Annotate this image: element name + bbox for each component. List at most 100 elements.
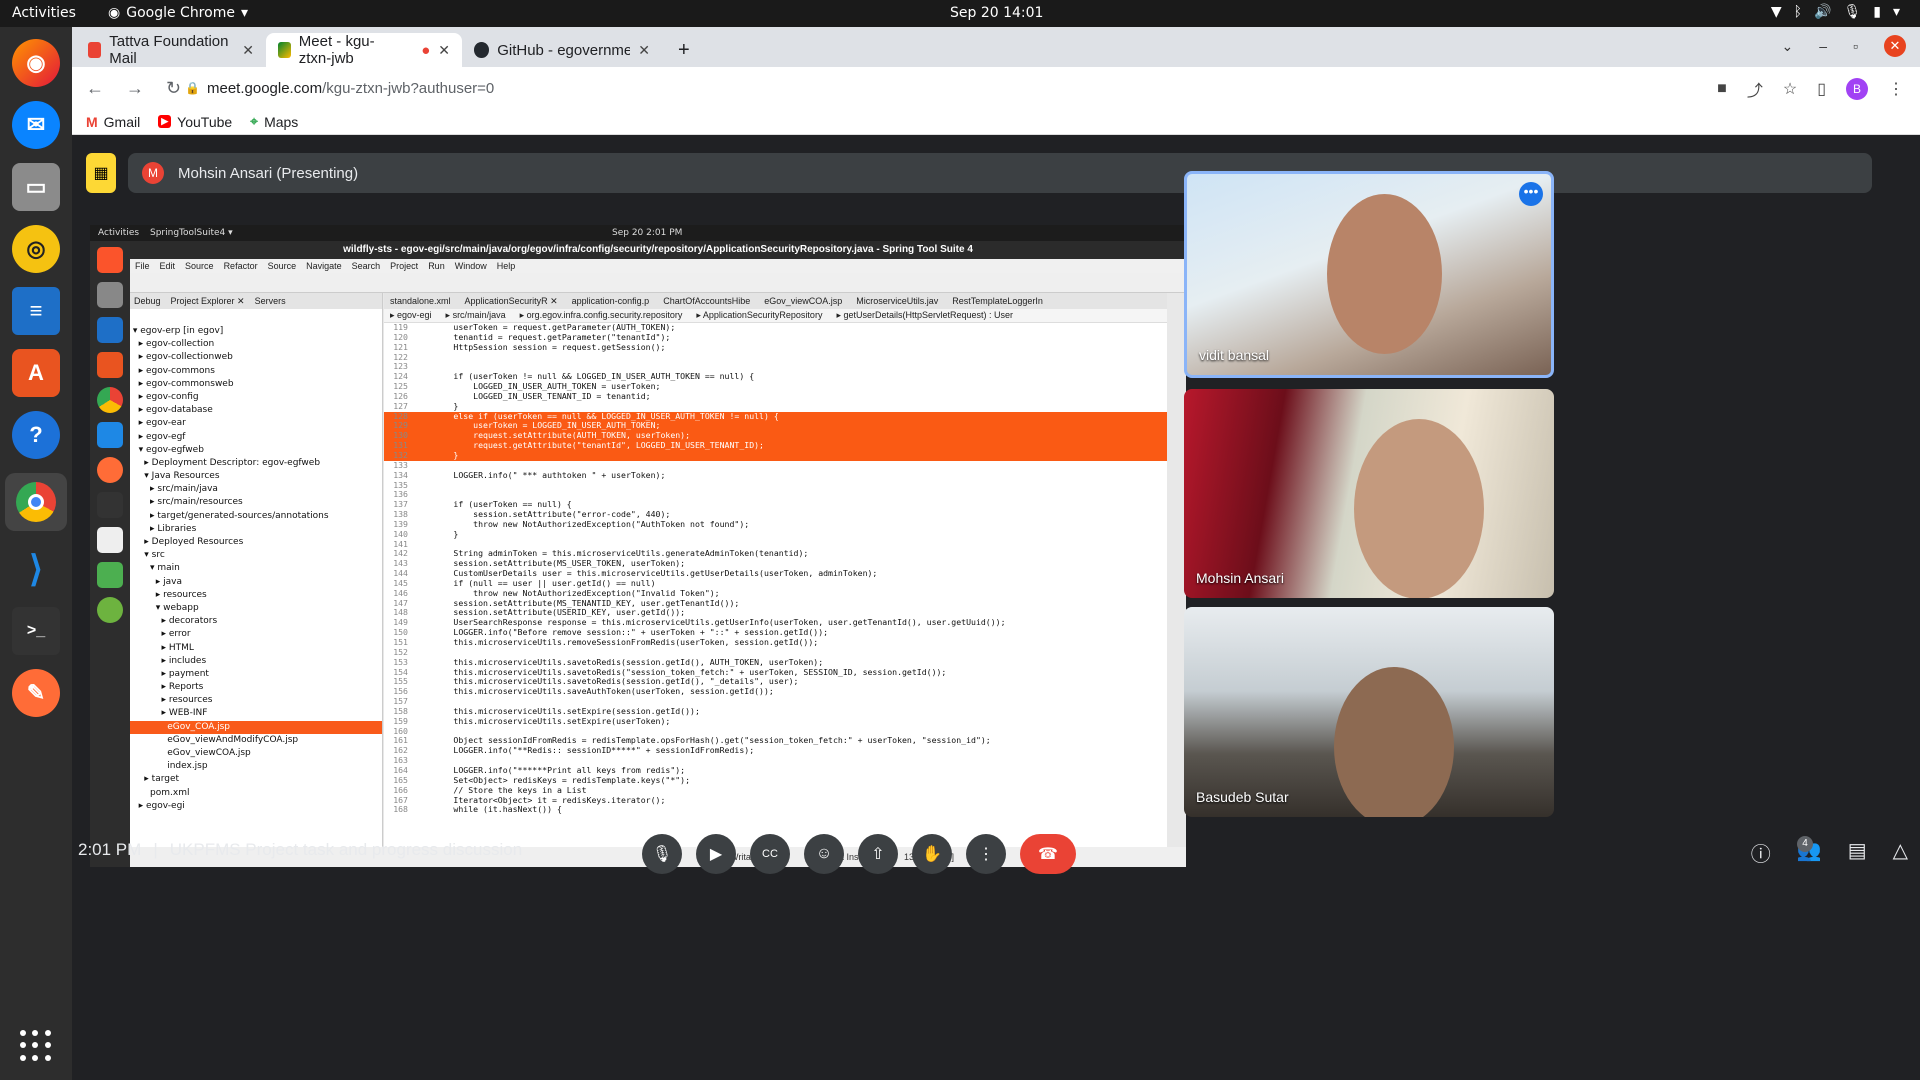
editor-tab: standalone.xml [390, 296, 451, 306]
chrome-dock-icon[interactable] [5, 473, 67, 531]
close-tab-icon[interactable]: ✕ [438, 42, 450, 59]
raise-hand-button[interactable]: ✋ [912, 834, 952, 874]
show-apps-icon[interactable] [20, 1030, 52, 1062]
bookmark-gmail[interactable]: M Gmail [86, 114, 140, 130]
close-tab-icon[interactable]: ✕ [242, 42, 254, 59]
close-window-icon[interactable]: ✕ [1884, 35, 1906, 57]
side-panel-icon[interactable]: ▯ [1817, 79, 1826, 99]
bookmark-star-icon[interactable]: ☆ [1783, 79, 1797, 99]
captions-button[interactable]: CC [750, 834, 790, 874]
more-button[interactable]: ⋮ [966, 834, 1006, 874]
line-number: 119 [393, 323, 408, 332]
line-number: 124 [393, 372, 408, 382]
line-text: Set<Object> redisKeys = redisTemplate.ke… [414, 775, 691, 785]
writer-icon[interactable]: ≡ [12, 287, 60, 335]
rhythmbox-icon[interactable]: ◎ [12, 225, 60, 273]
code-line: 139 throw new NotAuthorizedException("Au… [384, 520, 1167, 530]
tree-item: ▸ egov-commons [130, 365, 215, 376]
emoji-button[interactable]: ☺ [804, 834, 844, 874]
panel-tab: Project Explorer ✕ [170, 295, 245, 306]
tree-item: ▸ resources [130, 695, 213, 706]
tree-item: ▾ Java Resources [130, 471, 220, 482]
camera-button[interactable]: ▶ [696, 834, 736, 874]
presenting-icon[interactable]: ▦ [86, 153, 116, 193]
editor-tabs: standalone.xml ApplicationSecurityR ✕ appl… [384, 293, 1167, 309]
clock[interactable]: Sep 20 14:01 [950, 5, 1043, 21]
code-line: 129 userToken = LOGGED_IN_USER_AUTH_TOKE… [384, 421, 1167, 432]
chevron-down-icon: ▾ [240, 5, 248, 21]
vscode-icon[interactable]: ⟩ [12, 545, 60, 593]
line-number: 160 [393, 726, 408, 736]
participant-video [1354, 419, 1484, 598]
tree-item: ▸ egov-config [130, 391, 199, 402]
tree-item: ▸ WEB-INF [130, 708, 208, 719]
maximize-icon[interactable]: ▫ [1853, 38, 1858, 54]
panel-tab: Debug [134, 296, 161, 306]
info-icon[interactable]: ⓘ [1751, 838, 1771, 867]
code-editor: standalone.xml ApplicationSecurityR ✕ appl… [384, 293, 1167, 847]
thunderbird-icon[interactable]: ✉ [12, 101, 60, 149]
editor-breadcrumbs: ▸ egov-egi ▸ src/main/java ▸ org.egov.infr… [384, 309, 1167, 323]
shared-screen: Activities SpringToolSuite4 ▾ Sep 20 2:0… [90, 225, 1186, 867]
breadcrumb-item: ▸ getUserDetails(HttpServletRequest) : U… [836, 310, 1014, 320]
url-field[interactable]: 🔒 meet.google.com/kgu-ztxn-jwb?authuser=… [177, 73, 1777, 103]
line-text: LOGGER.info("**Redis:: sessionID*****" +… [414, 746, 755, 756]
activities-icon[interactable]: △ [1893, 838, 1908, 867]
line-text: this.microserviceUtils.removeSessionFrom… [414, 638, 819, 647]
line-number: 167 [393, 795, 408, 805]
tab-search-icon[interactable]: ⌄ [1782, 38, 1794, 55]
more-options-icon[interactable]: ••• [1519, 182, 1543, 206]
participant-tile[interactable]: ••• vidit bansal [1184, 171, 1554, 378]
end-call-button[interactable]: ☎ [1020, 834, 1076, 874]
code-line: 152 [384, 648, 1167, 658]
participant-tile[interactable]: Mohsin Ansari [1184, 389, 1554, 598]
tab-label: GitHub - egovernments/c [497, 41, 631, 59]
profile-avatar[interactable]: B [1846, 78, 1868, 100]
forward-icon[interactable]: → [126, 78, 144, 99]
files-icon[interactable]: ▭ [12, 163, 60, 211]
line-text: HttpSession session = request.getSession… [414, 342, 666, 352]
tree-item: ▸ src/main/resources [130, 497, 243, 508]
minimize-icon[interactable]: – [1819, 38, 1827, 54]
present-button[interactable]: ⇧ [858, 834, 898, 874]
tree-item: ▸ egov-egf [130, 431, 186, 442]
kebab-menu-icon[interactable]: ⋮ [1888, 79, 1904, 99]
line-number: 164 [393, 765, 408, 775]
participant-tile[interactable]: Basudeb Sutar [1184, 607, 1554, 817]
terminal-icon [97, 492, 123, 518]
app-name: Google Chrome [126, 5, 235, 21]
line-number: 150 [393, 628, 408, 638]
software-icon[interactable]: A [12, 349, 60, 397]
share-icon[interactable]: ⤴ [1747, 77, 1763, 101]
firefox-icon[interactable]: ◉ [12, 39, 60, 87]
editor-tab: application-config.p [571, 296, 650, 306]
line-number: 125 [393, 382, 408, 392]
activities-button[interactable]: Activities [12, 5, 76, 21]
mic-button[interactable]: 🎙 [642, 834, 682, 874]
system-tray[interactable]: ▼ ᛒ 🔊 🎙 ▮ ▾ [1771, 4, 1900, 20]
back-icon[interactable]: ← [86, 78, 104, 99]
line-number: 149 [393, 618, 408, 628]
new-tab-button[interactable]: + [666, 33, 702, 67]
tree-item: ▸ egov-egi [130, 800, 185, 811]
line-text: throw new NotAuthorizedException("AuthTo… [414, 519, 750, 529]
app-menu[interactable]: ◉ Google Chrome ▾ [108, 5, 248, 21]
presentation-bar: ▦ M Mohsin Ansari (Presenting) [86, 153, 1872, 193]
camera-indicator-icon[interactable]: ■ [1717, 80, 1727, 98]
postman-icon[interactable]: ✎ [12, 669, 60, 717]
bookmark-youtube[interactable]: ▶ YouTube [158, 114, 232, 130]
close-tab-icon[interactable]: ✕ [638, 42, 650, 59]
tab-github[interactable]: GitHub - egovernments/c ✕ [462, 33, 662, 67]
line-text: Iterator<Object> it = redisKeys.iterator… [414, 795, 666, 805]
tab-mail[interactable]: Tattva Foundation Mail ✕ [76, 33, 266, 67]
help-icon[interactable]: ? [12, 411, 60, 459]
os-top-bar: Activities ◉ Google Chrome ▾ Sep 20 14:0… [0, 0, 1920, 27]
bookmark-maps[interactable]: ⌖ Maps [250, 113, 298, 130]
terminal-icon[interactable]: >_ [12, 607, 60, 655]
line-number: 139 [393, 519, 408, 529]
tree-item: ▾ main [130, 563, 180, 574]
tab-meet[interactable]: Meet - kgu-ztxn-jwb ● ✕ [266, 33, 462, 67]
line-text: Object sessionIdFromRedis = redisTemplat… [414, 736, 991, 746]
battery-icon: ▮ [1873, 4, 1881, 20]
chat-icon[interactable]: ▤ [1848, 838, 1867, 867]
